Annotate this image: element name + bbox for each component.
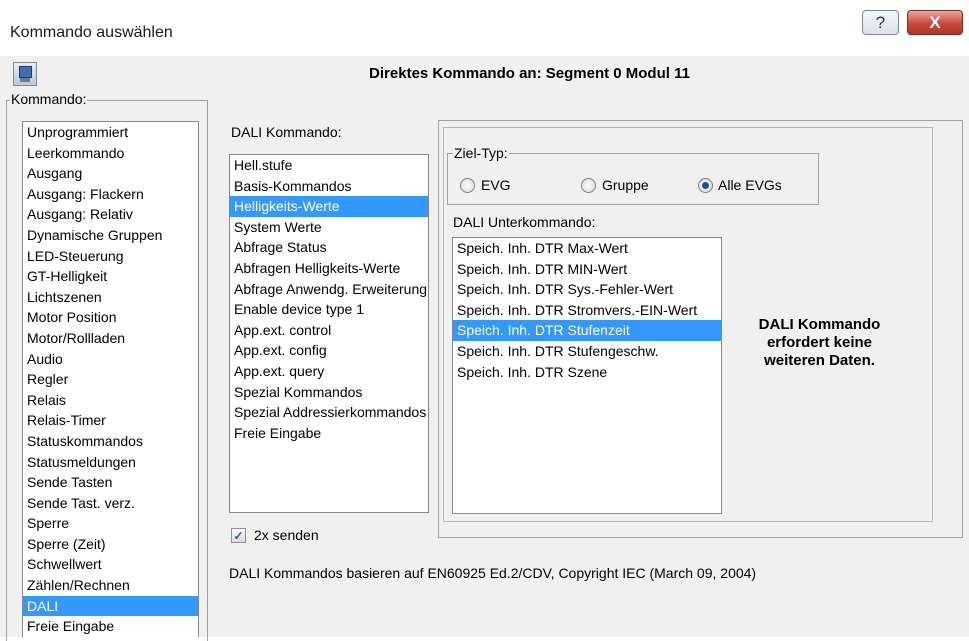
copyright-text: DALI Kommandos basieren auf EN60925 Ed.2… (229, 565, 757, 581)
header-title: Direktes Kommando an: Segment 0 Modul 11 (369, 65, 690, 82)
ziel-typ-legend: Ziel-Typ: (453, 145, 509, 161)
dali-list-item[interactable]: App.ext. query (230, 361, 428, 382)
radio-gruppe-label: Gruppe (602, 177, 649, 193)
unterkommando-list-item[interactable]: Speich. Inh. DTR Sys.-Fehler-Wert (453, 279, 721, 300)
kommando-list-item[interactable]: Zählen/Rechnen (23, 575, 198, 596)
info-line-2: erfordert keine (766, 334, 873, 351)
kommando-list-item[interactable]: Regler (23, 369, 198, 390)
dali-list-item[interactable]: Abfrage Anwendg. Erweiterung (230, 279, 428, 300)
dali-list-item[interactable]: Helligkeits-Werte (230, 196, 428, 217)
kommando-list-item[interactable]: LED-Steuerung (23, 246, 198, 267)
dali-kommando-listbox[interactable]: Hell.stufe Basis-Kommandos Helligkeits-Wer… (229, 154, 429, 513)
dali-list-item[interactable]: Enable device type 1 (230, 299, 428, 320)
kommando-list-item[interactable]: DALI (23, 595, 198, 617)
kommando-list-item[interactable]: Audio (23, 349, 198, 370)
unterkommando-list-item[interactable]: Speich. Inh. DTR Stufengeschw. (453, 341, 721, 362)
unterkommando-list-item[interactable]: Speich. Inh. DTR Max-Wert (453, 238, 721, 259)
radio-evg-label: EVG (481, 177, 511, 193)
dali-list-item[interactable]: Spezial Kommandos (230, 382, 428, 403)
dali-list-item[interactable]: Spezial Addressierkommandos (230, 402, 428, 423)
dali-list-item[interactable]: Abfrage Status (230, 237, 428, 258)
unterkommando-list-item[interactable]: Speich. Inh. DTR Stufenzeit (453, 320, 721, 341)
kommando-list-item[interactable]: Motor/Rollladen (23, 328, 198, 349)
info-text: DALI Kommando erfordert keine weiteren D… (712, 316, 927, 370)
dali-list-item[interactable]: System Werte (230, 217, 428, 238)
kommando-list-item[interactable]: Ausgang: Relativ (23, 204, 198, 225)
send-twice-label: 2x senden (254, 527, 319, 543)
dali-list-item[interactable]: App.ext. control (230, 320, 428, 341)
window-title: Kommando auswählen (10, 24, 173, 41)
kommando-list-item[interactable]: Unprogrammiert (23, 122, 198, 143)
kommando-list-item[interactable]: Sende Tast. verz. (23, 493, 198, 514)
kommando-list-item[interactable]: Sperre (23, 513, 198, 534)
kommando-list-item[interactable]: Schwellwert (23, 554, 198, 575)
kommando-list-item[interactable]: GT-Helligkeit (23, 266, 198, 287)
kommando-list-item[interactable]: Ausgang (23, 163, 198, 184)
unterkommando-listbox[interactable]: Speich. Inh. DTR Max-Wert Speich. Inh. DT… (452, 237, 722, 514)
kommando-list-item[interactable]: Relais-Timer (23, 410, 198, 431)
unterkommando-list-item[interactable]: Speich. Inh. DTR Stromvers.-EIN-Wert (453, 300, 721, 321)
radio-gruppe[interactable] (581, 178, 596, 193)
radio-alle-evgs[interactable] (698, 178, 713, 193)
radio-alle-evgs-label: Alle EVGs (718, 177, 782, 193)
info-line-1: DALI Kommando (758, 316, 881, 333)
kommando-list-item[interactable]: Lichtszenen (23, 287, 198, 308)
info-line-3: weiteren Daten. (764, 352, 875, 369)
kommando-list-item[interactable]: Sende Tasten (23, 472, 198, 493)
kommando-list-item[interactable]: Dynamische Gruppen (23, 225, 198, 246)
unterkommando-list-item[interactable]: Speich. Inh. DTR Szene (453, 362, 721, 383)
radio-evg[interactable] (460, 178, 475, 193)
kommando-list-item[interactable]: Sperre (Zeit) (23, 534, 198, 555)
kommando-list-item[interactable]: Freie Eingabe (23, 616, 198, 637)
dali-list-item[interactable]: Abfragen Helligkeits-Werte (230, 258, 428, 279)
unterkommando-list-item[interactable]: Speich. Inh. DTR MIN-Wert (453, 259, 721, 280)
dali-kommando-label: DALI Kommando: (231, 124, 342, 140)
close-button[interactable]: X (907, 10, 963, 35)
help-button[interactable]: ? (862, 10, 899, 35)
radio-selected-dot (702, 182, 709, 189)
dali-list-item[interactable]: Basis-Kommandos (230, 176, 428, 197)
kommando-list-item[interactable]: Relais (23, 390, 198, 411)
dali-list-item[interactable]: Freie Eingabe (230, 423, 428, 444)
kommando-legend: Kommando: (10, 91, 88, 107)
kommando-list-item[interactable]: Leerkommando (23, 143, 198, 164)
kommando-list-item[interactable]: Statuskommandos (23, 431, 198, 452)
kommando-listbox[interactable]: Unprogrammiert Leerkommando Ausgang Ausgang… (22, 121, 199, 637)
unterkommando-label: DALI Unterkommando: (453, 214, 596, 230)
checkmark-icon: ✓ (233, 528, 244, 543)
send-twice-checkbox[interactable]: ✓ (231, 528, 246, 543)
kommando-list-item[interactable]: Statusmeldungen (23, 452, 198, 473)
dali-list-item[interactable]: App.ext. config (230, 340, 428, 361)
close-icon: X (929, 12, 941, 32)
kommando-list-item[interactable]: Motor Position (23, 307, 198, 328)
kommando-list-item[interactable]: Ausgang: Flackern (23, 184, 198, 205)
dali-list-item[interactable]: Hell.stufe (230, 155, 428, 176)
help-icon: ? (875, 12, 886, 32)
